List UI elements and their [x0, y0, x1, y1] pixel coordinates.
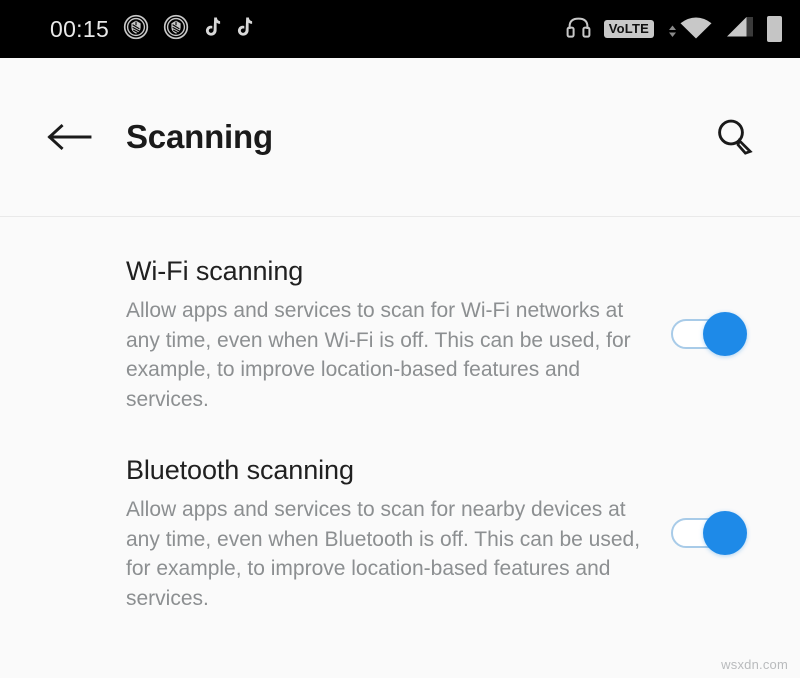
shield-emblem-icon	[123, 14, 149, 45]
preference-summary: Allow apps and services to scan for Wi-F…	[126, 299, 631, 411]
search-icon	[718, 119, 753, 155]
back-arrow-icon	[47, 123, 92, 151]
wifi-signal-icon	[667, 16, 713, 42]
app-bar: Scanning	[0, 58, 800, 217]
phone-screen: 00:15 VoLTE Scanning Wi-Fi scanning Allo…	[0, 0, 800, 678]
status-bar: 00:15 VoLTE	[0, 0, 800, 58]
preference-text-block: Wi-Fi scanning Allow apps and services t…	[126, 255, 671, 414]
preference-text-block: Bluetooth scanning Allow apps and servic…	[126, 454, 671, 613]
toggle-thumb	[703, 511, 747, 556]
preferences-list: Wi-Fi scanning Allow apps and services t…	[0, 217, 800, 633]
preference-row-bluetooth-scanning[interactable]: Bluetooth scanning Allow apps and servic…	[0, 434, 800, 633]
volte-badge: VoLTE	[603, 20, 654, 38]
tiktok-icon	[203, 16, 221, 43]
status-bar-left: 00:15	[50, 14, 566, 45]
preference-summary: Allow apps and services to scan for near…	[126, 498, 641, 610]
watermark: wsxdn.com	[721, 657, 788, 672]
bluetooth-scanning-toggle[interactable]	[671, 511, 747, 556]
status-bar-right: VoLTE	[566, 14, 782, 45]
toggle-thumb	[703, 312, 747, 357]
headphones-icon	[566, 14, 591, 45]
preference-row-wifi-scanning[interactable]: Wi-Fi scanning Allow apps and services t…	[0, 235, 800, 434]
preference-title: Bluetooth scanning	[126, 454, 354, 485]
search-button[interactable]	[704, 106, 766, 168]
tiktok-icon	[235, 16, 253, 43]
back-button[interactable]	[38, 106, 100, 168]
cellular-signal-icon	[726, 14, 754, 45]
wifi-scanning-toggle[interactable]	[671, 312, 747, 357]
status-bar-clock: 00:15	[50, 15, 110, 42]
shield-emblem-icon	[163, 14, 189, 45]
page-title: Scanning	[126, 118, 273, 155]
preference-title: Wi-Fi scanning	[126, 256, 304, 286]
battery-icon	[767, 16, 782, 42]
